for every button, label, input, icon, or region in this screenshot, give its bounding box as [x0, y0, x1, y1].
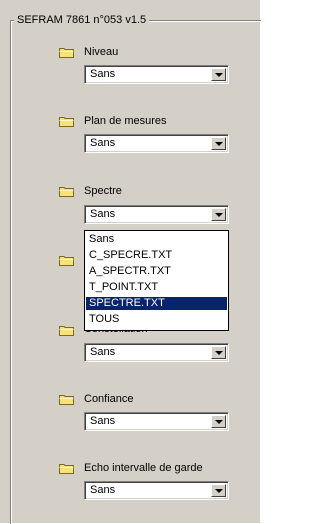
constellation-dropdown-button[interactable]	[211, 346, 226, 359]
spectre-dropdown-list[interactable]: Sans C_SPECRE.TXT A_SPECTR.TXT T_POINT.T…	[84, 230, 229, 331]
niveau-label: Niveau	[84, 46, 119, 58]
echo-intervalle-label: Echo intervalle de garde	[84, 462, 203, 474]
dropdown-option-sans[interactable]: Sans	[86, 233, 227, 246]
constellation-select[interactable]: Sans	[84, 343, 229, 362]
plan-de-mesures-label: Plan de mesures	[84, 115, 167, 127]
chevron-down-icon	[215, 73, 223, 77]
folder-icon	[59, 47, 74, 58]
echo-intervalle-dropdown-button[interactable]	[211, 484, 226, 497]
constellation-select-value: Sans	[90, 346, 116, 358]
folder-icon	[59, 325, 74, 336]
dropdown-option-spectre[interactable]: SPECTRE.TXT	[86, 297, 227, 310]
folder-icon	[59, 255, 74, 266]
dropdown-option-t-point[interactable]: T_POINT.TXT	[86, 281, 227, 294]
confiance-select-value: Sans	[90, 415, 116, 427]
chevron-down-icon	[215, 420, 223, 424]
spectre-label: Spectre	[84, 185, 122, 197]
folder-icon	[59, 116, 74, 127]
plan-de-mesures-dropdown-button[interactable]	[211, 137, 226, 150]
folder-icon	[59, 186, 74, 197]
confiance-select[interactable]: Sans	[84, 412, 229, 431]
dropdown-option-c-specre[interactable]: C_SPECRE.TXT	[86, 249, 227, 262]
folder-icon	[59, 394, 74, 405]
dropdown-option-a-spectr[interactable]: A_SPECTR.TXT	[86, 265, 227, 278]
dropdown-option-tous[interactable]: TOUS	[86, 313, 227, 326]
groupbox-title: SEFRAM 7861 n°053 v1.5	[14, 14, 150, 27]
plan-de-mesures-select-value: Sans	[90, 137, 116, 149]
echo-intervalle-select-value: Sans	[90, 484, 116, 496]
folder-icon	[59, 463, 74, 474]
chevron-down-icon	[215, 351, 223, 355]
plan-de-mesures-select[interactable]: Sans	[84, 134, 229, 153]
echo-intervalle-select[interactable]: Sans	[84, 481, 229, 500]
chevron-down-icon	[215, 489, 223, 493]
confiance-dropdown-button[interactable]	[211, 415, 226, 428]
niveau-dropdown-button[interactable]	[211, 68, 226, 81]
spectre-select-value: Sans	[90, 208, 116, 220]
settings-panel: SEFRAM 7861 n°053 v1.5 Niveau Sans Plan …	[0, 0, 261, 524]
niveau-select[interactable]: Sans	[84, 65, 229, 84]
spectre-select[interactable]: Sans	[84, 205, 229, 224]
spectre-dropdown-button[interactable]	[211, 208, 226, 221]
niveau-select-value: Sans	[90, 68, 116, 80]
chevron-down-icon	[215, 213, 223, 217]
confiance-label: Confiance	[84, 393, 134, 405]
chevron-down-icon	[215, 142, 223, 146]
